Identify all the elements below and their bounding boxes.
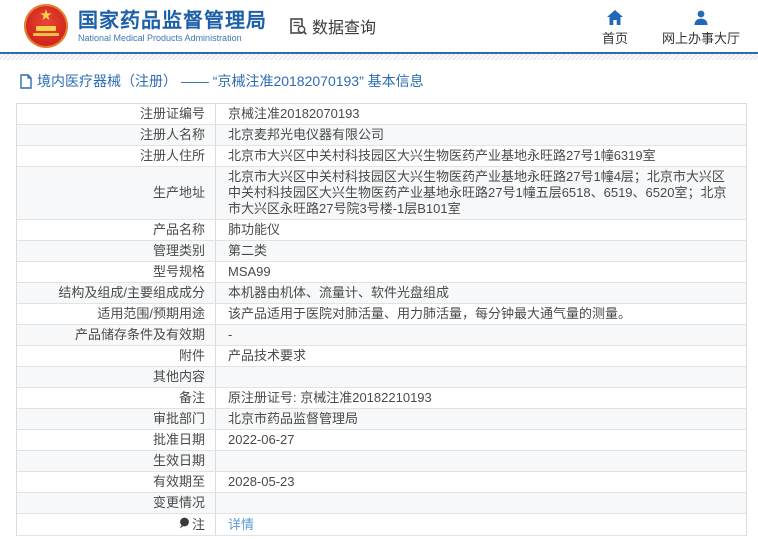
nav-service-hall[interactable]: 网上办事大厅 xyxy=(662,10,740,47)
emblem-star-icon: ★ xyxy=(24,8,68,23)
row-value: 第二类 xyxy=(216,241,746,261)
row-label: 备注 xyxy=(17,388,216,408)
table-row: 变更情况 xyxy=(17,493,746,514)
table-row: 型号规格MSA99 xyxy=(17,262,746,283)
row-label: 适用范围/预期用途 xyxy=(17,304,216,324)
row-label: 生效日期 xyxy=(17,451,216,471)
row-label: 结构及组成/主要组成成分 xyxy=(17,283,216,303)
nav-home-label: 首页 xyxy=(602,28,628,47)
table-row: 生效日期 xyxy=(17,451,746,472)
breadcrumb: 境内医疗器械（注册） —— “京械注准20182070193” 基本信息 xyxy=(20,69,758,93)
row-label: 生产地址 xyxy=(17,167,216,219)
row-label: 批准日期 xyxy=(17,430,216,450)
row-value: MSA99 xyxy=(216,262,746,282)
table-row: 结构及组成/主要组成成分本机器由机体、流量计、软件光盘组成 xyxy=(17,283,746,304)
row-label: 变更情况 xyxy=(17,493,216,513)
row-value xyxy=(216,367,746,387)
nav-service-hall-label: 网上办事大厅 xyxy=(662,28,740,47)
row-value xyxy=(216,493,746,513)
table-row: 注册证编号京械注准20182070193 xyxy=(17,104,746,125)
agency-name-cn: 国家药品监督管理局 xyxy=(78,9,267,33)
national-emblem-logo: ★ xyxy=(24,4,68,48)
row-value: 该产品适用于医院对肺活量、用力肺活量，每分钟最大通气量的测量。 xyxy=(216,304,746,324)
row-label: 有效期至 xyxy=(17,472,216,492)
row-label: 其他内容 xyxy=(17,367,216,387)
data-query-button[interactable]: 数据查询 xyxy=(289,14,376,38)
row-label: 附件 xyxy=(17,346,216,366)
row-label: 注册人名称 xyxy=(17,125,216,145)
row-value: 京械注准20182070193 xyxy=(216,104,746,124)
home-icon xyxy=(607,10,623,28)
table-row: 注册人住所北京市大兴区中关村科技园区大兴生物医药产业基地永旺路27号1幢6319… xyxy=(17,146,746,167)
table-row: 批准日期2022-06-27 xyxy=(17,430,746,451)
table-row: 管理类别第二类 xyxy=(17,241,746,262)
row-value: 2022-06-27 xyxy=(216,430,746,450)
person-icon xyxy=(693,10,709,28)
table-row: 审批部门北京市药品监督管理局 xyxy=(17,409,746,430)
table-row: 附件产品技术要求 xyxy=(17,346,746,367)
table-row: 注册人名称北京麦邦光电仪器有限公司 xyxy=(17,125,746,146)
row-label: 注 xyxy=(17,514,216,535)
row-value: 肺功能仪 xyxy=(216,220,746,240)
row-value: 2028-05-23 xyxy=(216,472,746,492)
row-value: 产品技术要求 xyxy=(216,346,746,366)
table-row: 有效期至2028-05-23 xyxy=(17,472,746,493)
site-header: ★ 国家药品监督管理局 National Medical Products Ad… xyxy=(0,0,758,52)
data-query-label: 数据查询 xyxy=(312,14,376,38)
table-row: 备注原注册证号: 京械注准20182210193 xyxy=(17,388,746,409)
row-value: 北京市大兴区中关村科技园区大兴生物医药产业基地永旺路27号1幢4层；北京市大兴区… xyxy=(216,167,746,219)
row-label: 产品储存条件及有效期 xyxy=(17,325,216,345)
table-row: 其他内容 xyxy=(17,367,746,388)
nav-home[interactable]: 首页 xyxy=(598,10,632,47)
row-label: 审批部门 xyxy=(17,409,216,429)
agency-name-en: National Medical Products Administration xyxy=(78,33,267,44)
row-value: 北京麦邦光电仪器有限公司 xyxy=(216,125,746,145)
table-row: 产品储存条件及有效期- xyxy=(17,325,746,346)
row-label: 管理类别 xyxy=(17,241,216,261)
row-value: - xyxy=(216,325,746,345)
agency-title-block: 国家药品监督管理局 National Medical Products Admi… xyxy=(78,9,267,44)
row-value: 北京市大兴区中关村科技园区大兴生物医药产业基地永旺路27号1幢6319室 xyxy=(216,146,746,166)
table-row: 产品名称肺功能仪 xyxy=(17,220,746,241)
row-value: 详情 xyxy=(216,514,746,535)
table-row: 生产地址北京市大兴区中关村科技园区大兴生物医药产业基地永旺路27号1幢4层；北京… xyxy=(17,167,746,220)
registration-info-table: 注册证编号京械注准20182070193 注册人名称北京麦邦光电仪器有限公司 注… xyxy=(16,103,747,536)
row-value: 原注册证号: 京械注准20182210193 xyxy=(216,388,746,408)
page-icon xyxy=(20,74,37,89)
row-value: 北京市药品监督管理局 xyxy=(216,409,746,429)
row-label: 型号规格 xyxy=(17,262,216,282)
detail-link[interactable]: 详情 xyxy=(228,517,254,533)
top-nav: 首页 网上办事大厅 xyxy=(598,6,740,47)
dotted-texture-strip xyxy=(0,54,758,60)
row-label: 注册人住所 xyxy=(17,146,216,166)
table-row-note: 注 详情 xyxy=(17,514,746,536)
note-icon xyxy=(178,517,190,534)
row-value: 本机器由机体、流量计、软件光盘组成 xyxy=(216,283,746,303)
row-label: 注册证编号 xyxy=(17,104,216,124)
table-row: 适用范围/预期用途该产品适用于医院对肺活量、用力肺活量，每分钟最大通气量的测量。 xyxy=(17,304,746,325)
row-value xyxy=(216,451,746,471)
document-search-icon xyxy=(289,17,308,36)
row-label: 产品名称 xyxy=(17,220,216,240)
page-title: 境内医疗器械（注册） —— “京械注准20182070193” 基本信息 xyxy=(37,71,424,91)
